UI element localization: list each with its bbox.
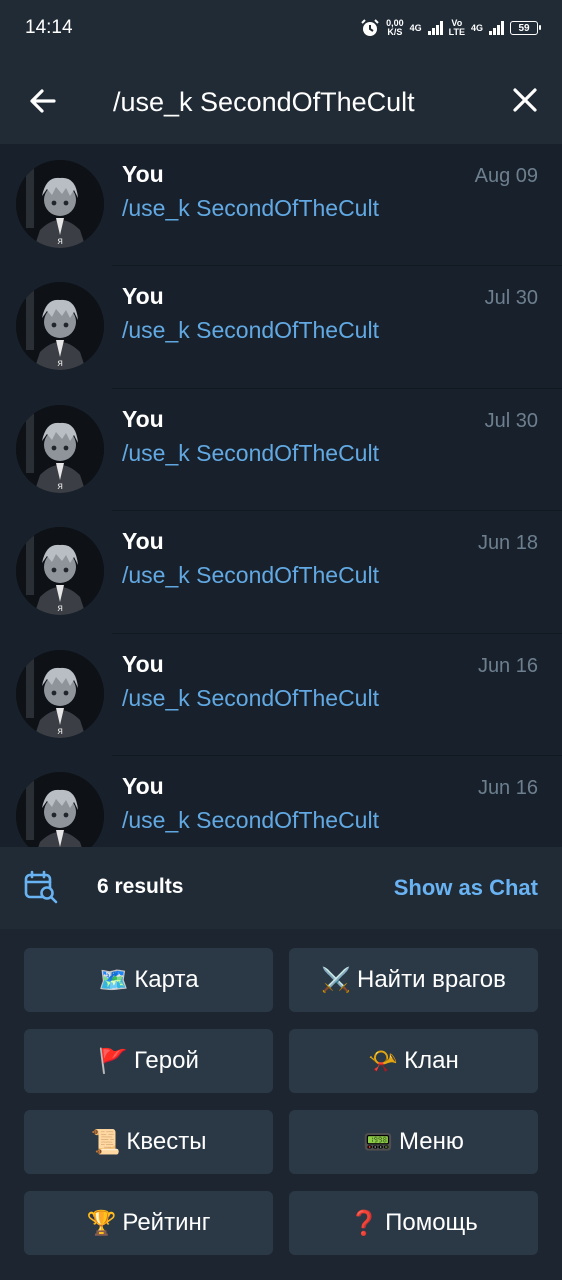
keyboard-button-label: Герой bbox=[134, 1047, 199, 1074]
keyboard-button-find-enemies[interactable]: ⚔️ Найти врагов bbox=[289, 948, 538, 1012]
result-item[interactable]: я You /use_k SecondOfTheCult Jun 16 bbox=[0, 634, 562, 756]
result-title: You bbox=[122, 528, 164, 555]
network-speed: 0,00 K/S bbox=[386, 18, 404, 37]
search-header: /use_k SecondOfTheCult bbox=[0, 58, 562, 144]
keyboard-button-help[interactable]: ❓ Помощь bbox=[289, 1191, 538, 1255]
keyboard-button-quests[interactable]: 📜 Квесты bbox=[24, 1110, 273, 1174]
avatar: я bbox=[16, 160, 104, 248]
avatar: я bbox=[16, 404, 104, 493]
trophy-icon: 🏆 bbox=[86, 1209, 117, 1237]
svg-text:я: я bbox=[57, 603, 63, 614]
result-item[interactable]: я You /use_k SecondOfTheCult Jul 30 bbox=[0, 389, 562, 512]
keyboard-button-clan[interactable]: 📯 Клан bbox=[289, 1029, 538, 1093]
result-text: /use_k SecondOfTheCult bbox=[122, 806, 379, 833]
status-bar: 14:14 0,00 K/S 4G Vo LTE 4G 59 bbox=[0, 0, 562, 58]
horn-icon: 📯 bbox=[368, 1047, 399, 1075]
signal-icon-1 bbox=[427, 21, 443, 35]
swords-icon: ⚔️ bbox=[321, 966, 351, 994]
keyboard-button-label: Найти врагов bbox=[356, 966, 506, 993]
avatar: я bbox=[16, 527, 104, 616]
result-date: Jun 18 bbox=[477, 532, 538, 555]
battery-level: 59 bbox=[518, 22, 530, 34]
calendar-search-icon[interactable] bbox=[23, 869, 59, 905]
svg-text:я: я bbox=[57, 726, 63, 737]
result-title: You bbox=[122, 283, 164, 310]
battery-icon: 59 bbox=[510, 21, 541, 35]
scroll-icon: 📜 bbox=[90, 1128, 121, 1156]
map-icon: 🗺️ bbox=[98, 966, 129, 994]
result-title: You bbox=[122, 405, 164, 432]
keyboard-button-label: Квесты bbox=[126, 1128, 207, 1155]
back-button[interactable] bbox=[22, 80, 64, 122]
results-count: 6 results bbox=[97, 875, 184, 898]
question-icon: ❓ bbox=[349, 1209, 380, 1237]
result-title: You bbox=[122, 772, 164, 799]
result-item[interactable]: я You /use_k SecondOfTheCult Jul 30 bbox=[0, 266, 562, 389]
volte-icon: Vo LTE bbox=[448, 18, 465, 37]
show-as-chat-button[interactable]: Show as Chat bbox=[394, 875, 538, 901]
keyboard-button-menu[interactable]: 📟 Меню bbox=[289, 1110, 538, 1174]
status-icons: 0,00 K/S 4G Vo LTE 4G 59 bbox=[360, 16, 541, 40]
clear-search-button[interactable] bbox=[505, 80, 545, 120]
result-title: You bbox=[122, 161, 164, 187]
result-date: Jul 30 bbox=[484, 287, 538, 310]
result-date: Jul 30 bbox=[484, 409, 538, 432]
keyboard-button-label: Рейтинг bbox=[122, 1209, 211, 1236]
search-input[interactable]: /use_k SecondOfTheCult bbox=[113, 82, 493, 122]
result-text: /use_k SecondOfTheCult bbox=[122, 562, 379, 589]
svg-text:я: я bbox=[57, 481, 63, 492]
result-text: /use_k SecondOfTheCult bbox=[122, 317, 379, 344]
flag-icon: 🚩 bbox=[98, 1047, 129, 1075]
result-title: You bbox=[122, 650, 164, 677]
keyboard-button-label: Меню bbox=[399, 1128, 464, 1155]
result-text: /use_k SecondOfTheCult bbox=[122, 684, 379, 711]
status-time: 14:14 bbox=[25, 17, 73, 38]
result-item[interactable]: я You /use_k SecondOfTheCult Aug 09 bbox=[0, 144, 562, 267]
close-icon bbox=[513, 88, 537, 112]
svg-text:я: я bbox=[57, 358, 63, 369]
keyboard-button-label: Карта bbox=[134, 966, 199, 993]
avatar: я bbox=[16, 771, 104, 847]
keyboard-button-hero[interactable]: 🚩 Герой bbox=[24, 1029, 273, 1093]
result-date: Jun 16 bbox=[477, 776, 538, 799]
result-item[interactable]: я You /use_k SecondOfTheCult Jun 18 bbox=[0, 511, 562, 634]
pager-icon: 📟 bbox=[363, 1128, 393, 1156]
bot-keyboard: 🗺️ Карта ⚔️ Найти врагов 🚩 Герой 📯 Клан … bbox=[0, 929, 562, 1280]
keyboard-button-map[interactable]: 🗺️ Карта bbox=[24, 948, 273, 1012]
network-type-1: 4G bbox=[409, 22, 422, 33]
network-type-2: 4G bbox=[470, 22, 483, 33]
result-date: Aug 09 bbox=[474, 165, 538, 187]
keyboard-button-label: Клан bbox=[404, 1047, 459, 1074]
signal-icon-2 bbox=[489, 21, 504, 35]
keyboard-button-rating[interactable]: 🏆 Рейтинг bbox=[24, 1191, 273, 1255]
alarm-icon bbox=[361, 19, 379, 36]
avatar: я bbox=[16, 649, 104, 738]
result-text: /use_k SecondOfTheCult bbox=[122, 439, 379, 466]
result-date: Jun 16 bbox=[477, 654, 538, 677]
back-arrow-icon bbox=[30, 89, 56, 113]
search-results-bar: 6 results Show as Chat bbox=[0, 847, 562, 929]
search-results-list: я You /use_k SecondOfTheCult Aug 09 я Yo… bbox=[0, 144, 562, 847]
svg-text:я: я bbox=[57, 236, 63, 247]
result-item[interactable]: я You /use_k SecondOfTheCult Jun 16 bbox=[0, 756, 562, 847]
avatar: я bbox=[16, 282, 104, 371]
keyboard-button-label: Помощь bbox=[385, 1209, 478, 1236]
result-text: /use_k SecondOfTheCult bbox=[122, 195, 379, 221]
